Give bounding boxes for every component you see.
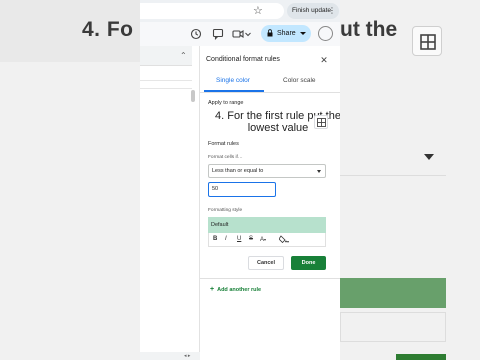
chevron-down-icon[interactable] xyxy=(245,28,251,40)
apply-to-range-label: Apply to range xyxy=(208,100,244,106)
comment-icon[interactable] xyxy=(212,28,224,40)
avatar[interactable] xyxy=(318,26,333,41)
finish-update-button[interactable]: Finish update ⋮ xyxy=(287,3,339,19)
background-left-sheet xyxy=(0,62,140,360)
cancel-button[interactable]: Cancel xyxy=(248,256,284,270)
browser-topbar: ☆ Finish update ⋮ xyxy=(140,0,340,22)
formatting-style-label: Formatting style xyxy=(208,208,243,213)
background-left: 4. Fo xyxy=(0,0,140,360)
share-button[interactable]: Share xyxy=(261,25,311,42)
conditional-format-panel: Conditional format rules ✕ Single color … xyxy=(200,46,340,360)
more-icon: ⋮ xyxy=(328,6,336,15)
style-preview[interactable]: Default xyxy=(208,217,326,233)
tab-color-scale[interactable]: Color scale xyxy=(283,77,316,84)
sheet-footer: ◂ ▸ xyxy=(140,352,200,360)
chevron-down-icon xyxy=(424,154,434,160)
background-green-button xyxy=(396,354,446,360)
background-dropdown xyxy=(340,140,446,176)
condition-value: Less than or equal to xyxy=(212,168,264,174)
background-right-title: ut the xyxy=(340,18,398,41)
panel-title: Conditional format rules xyxy=(206,56,280,63)
share-label: Share xyxy=(277,30,296,37)
tab-single-color[interactable]: Single color xyxy=(216,77,250,84)
sheet-row-line xyxy=(140,88,192,89)
value-input[interactable]: 50 xyxy=(208,182,276,197)
tab-divider xyxy=(200,92,340,93)
scrollbar[interactable] xyxy=(191,90,195,102)
style-toolbar: B I U S A▾ ▾ xyxy=(208,233,326,247)
meet-icon[interactable] xyxy=(232,28,244,40)
chevron-down-icon xyxy=(300,32,306,35)
condition-select[interactable]: Less than or equal to xyxy=(208,164,326,178)
grid-icon xyxy=(317,118,326,127)
history-icon[interactable] xyxy=(190,28,202,40)
chevron-down-icon: ▾ xyxy=(264,237,267,242)
app-frame: ☆ Finish update ⋮ Share ⌃ ◂ ▸ Conditiona… xyxy=(140,0,340,360)
close-icon[interactable]: ✕ xyxy=(318,54,330,66)
bold-button[interactable]: B xyxy=(213,235,217,244)
background-left-title: 4. Fo xyxy=(82,18,134,41)
done-button[interactable]: Done xyxy=(291,256,326,270)
grid-icon xyxy=(412,26,442,56)
panel-divider xyxy=(200,278,340,279)
fill-color-button[interactable]: ▾ xyxy=(278,235,290,247)
background-field xyxy=(340,312,446,342)
chevron-down-icon: ▾ xyxy=(287,239,290,244)
chevron-up-icon[interactable]: ⌃ xyxy=(180,51,187,60)
lock-icon xyxy=(267,29,273,37)
add-rule-label: Add another rule xyxy=(217,287,262,293)
italic-button[interactable]: I xyxy=(225,235,227,244)
format-cells-if-label: Format cells if… xyxy=(208,155,243,160)
select-range-button[interactable] xyxy=(314,115,328,129)
screen: 4. Fo ut the ☆ Finish update ⋮ Share ⌃ ◂… xyxy=(0,0,480,360)
add-another-rule-button[interactable]: + Add another rule xyxy=(210,286,261,293)
plus-icon: + xyxy=(210,286,215,293)
sheet-row-line xyxy=(140,80,192,81)
text-color-button[interactable]: A▾ xyxy=(260,235,266,245)
star-icon[interactable]: ☆ xyxy=(253,3,263,19)
underline-button[interactable]: U xyxy=(237,235,241,244)
finish-update-label: Finish update xyxy=(292,7,332,14)
background-green-bar xyxy=(340,278,446,308)
format-rules-label: Format rules xyxy=(208,141,239,147)
chevron-down-icon xyxy=(317,170,321,173)
strikethrough-button[interactable]: S xyxy=(249,235,253,244)
fill-color-icon xyxy=(278,235,287,244)
